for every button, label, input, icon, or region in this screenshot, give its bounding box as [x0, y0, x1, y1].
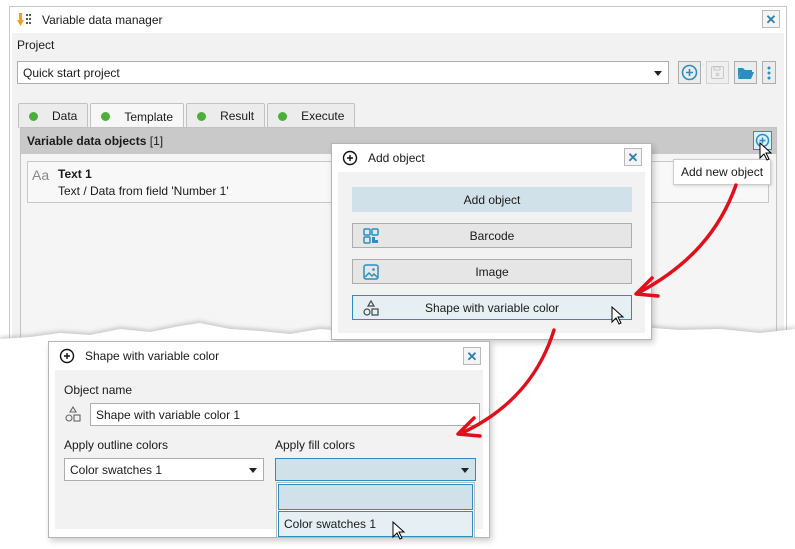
add-object-header-button[interactable]: Add object: [352, 187, 632, 212]
project-value: Quick start project: [23, 65, 120, 80]
save-icon: [711, 66, 724, 79]
dropdown-option[interactable]: Color swatches 1: [278, 511, 473, 537]
image-button[interactable]: Image: [352, 259, 632, 284]
barcode-icon: [363, 228, 379, 244]
tab-data[interactable]: Data: [18, 103, 89, 128]
tab-label: Template: [124, 109, 174, 124]
title-bar: Variable data manager ✕: [10, 7, 786, 33]
more-options-button[interactable]: [762, 61, 776, 84]
add-circle-icon: [681, 64, 698, 81]
item-name: Text 1: [58, 167, 92, 181]
status-dot-icon: [29, 111, 38, 121]
tooltip: Add new object: [673, 159, 772, 185]
tab-label: Result: [220, 109, 255, 123]
dropdown-option-empty[interactable]: [278, 484, 473, 510]
add-circle-icon: [342, 150, 358, 166]
outline-colors-select[interactable]: Color swatches 1: [64, 458, 264, 481]
chevron-down-icon: [654, 70, 662, 76]
chevron-down-icon: [249, 467, 257, 473]
close-button[interactable]: ✕: [762, 10, 780, 28]
dialog-body: Add object Barcode Image Shape with vari…: [338, 172, 645, 333]
tab-label: Execute: [301, 109, 345, 123]
close-icon: ✕: [627, 149, 639, 165]
text-icon: Aa: [32, 167, 50, 183]
add-new-object-button[interactable]: [753, 131, 772, 150]
panel-count: [1]: [149, 134, 164, 148]
dialog-title: Add object: [368, 151, 425, 165]
window-title: Variable data manager: [42, 13, 163, 27]
shapes-icon: [363, 300, 379, 316]
dialog-title: Shape with variable color: [85, 349, 220, 363]
tab-label: Data: [52, 109, 78, 123]
project-select[interactable]: Quick start project: [17, 61, 669, 84]
button-label: Barcode: [469, 228, 515, 243]
folder-open-icon: [737, 67, 754, 79]
object-name-input[interactable]: Shape with variable color 1: [90, 403, 480, 426]
shapes-icon: [65, 406, 81, 422]
fill-colors-dropdown: Color swatches 1: [276, 482, 475, 538]
panel-title: Variable data objects: [27, 134, 147, 148]
button-label: Image: [475, 264, 509, 279]
object-name-value: Shape with variable color 1: [96, 407, 241, 422]
close-button[interactable]: ✕: [463, 347, 481, 365]
dialog-header: Add object: [332, 144, 651, 172]
outline-colors-value: Color swatches 1: [70, 462, 163, 477]
item-description: Text / Data from field 'Number 1': [58, 184, 229, 198]
add-circle-icon: [755, 133, 770, 148]
add-circle-icon: [59, 348, 75, 364]
fill-colors-label: Apply fill colors: [275, 438, 356, 452]
barcode-button[interactable]: Barcode: [352, 223, 632, 248]
status-dot-icon: [101, 112, 111, 121]
add-object-dialog: Add object ✕ Add object Barcode Image Sh…: [331, 143, 652, 340]
tab-bar: Data Template Result Execute: [18, 103, 357, 129]
app-logo-icon: [17, 13, 31, 26]
shape-with-variable-color-button[interactable]: Shape with variable color: [352, 295, 632, 320]
close-icon: ✕: [765, 11, 777, 27]
close-icon: ✕: [466, 348, 478, 364]
open-project-button[interactable]: [734, 61, 757, 84]
button-label: Shape with variable color: [424, 300, 560, 315]
shape-with-variable-color-dialog: Shape with variable color ✕ Object name …: [48, 341, 490, 538]
close-button[interactable]: ✕: [624, 148, 642, 166]
tab-result[interactable]: Result: [186, 103, 266, 128]
project-label: Project: [17, 38, 55, 52]
outline-colors-label: Apply outline colors: [64, 438, 169, 452]
image-icon: [363, 264, 379, 280]
save-project-button[interactable]: [706, 61, 729, 84]
chevron-down-icon: [461, 467, 469, 473]
tab-execute[interactable]: Execute: [267, 103, 356, 128]
add-project-button[interactable]: [678, 61, 701, 84]
status-dot-icon: [278, 111, 288, 121]
status-dot-icon: [197, 111, 207, 121]
object-name-label: Object name: [64, 383, 133, 397]
more-vertical-icon: [767, 66, 771, 79]
tab-template[interactable]: Template: [90, 103, 185, 129]
dialog-header: Shape with variable color: [49, 342, 489, 370]
fill-colors-select[interactable]: [275, 458, 476, 481]
